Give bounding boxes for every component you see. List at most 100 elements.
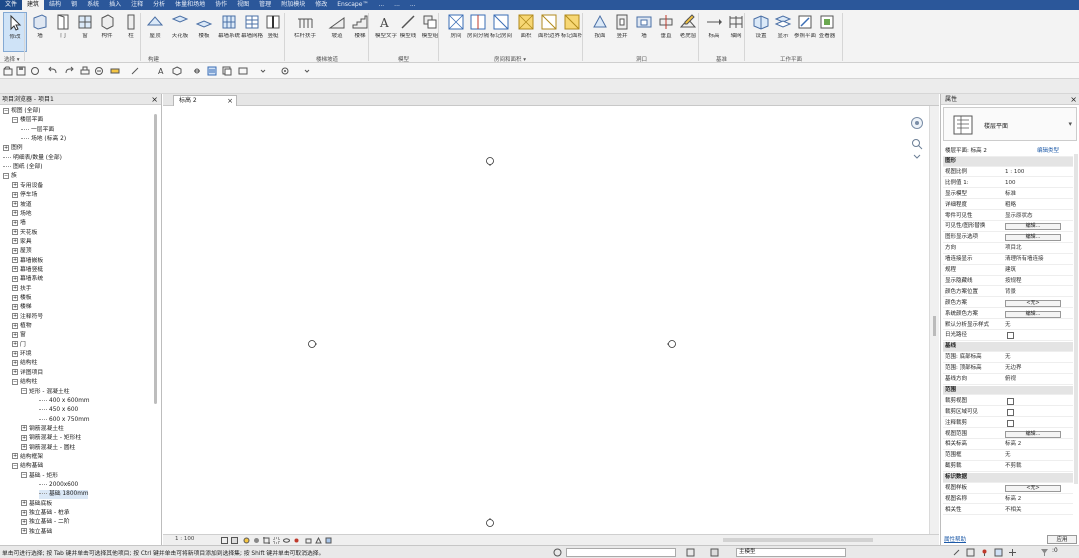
curtain-system-button[interactable]: 幕墙系统 (217, 12, 241, 52)
ribbon-tab[interactable]: 体量和场地 (170, 0, 210, 10)
ribbon-panel-title[interactable]: 模型 (398, 55, 409, 63)
drag-elements-icon[interactable] (1008, 548, 1017, 557)
workset-selector[interactable] (566, 548, 676, 557)
chevron-down-icon[interactable]: ▾ (1068, 120, 1072, 128)
ribbon-tab[interactable]: 协作 (210, 0, 232, 10)
tag-icon[interactable] (130, 66, 140, 76)
room-separator-button[interactable]: 房间分隔 (466, 12, 490, 52)
open-icon[interactable] (3, 66, 13, 76)
steering-wheel-icon[interactable] (910, 116, 924, 130)
undo-icon[interactable] (48, 66, 58, 76)
canvas-horizontal-scrollbar[interactable] (723, 538, 873, 542)
property-value[interactable]: 背景 (1005, 288, 1016, 297)
redo-icon[interactable] (64, 66, 74, 76)
tree-item[interactable]: − 结构柱 (12, 378, 37, 387)
expand-icon[interactable]: + (12, 341, 18, 348)
property-value[interactable]: 无 (1005, 321, 1011, 330)
3d-view-icon[interactable] (172, 66, 182, 76)
collapse-icon[interactable]: − (21, 472, 27, 479)
properties-section[interactable]: 图形 (943, 157, 1073, 167)
tree-item[interactable]: + 幕墙竖梃 (12, 266, 43, 275)
railing-button[interactable]: 栏杆扶手 (293, 12, 317, 52)
ribbon-tab[interactable]: ... (373, 0, 389, 10)
tab-level-2[interactable]: 标高 2 × (173, 95, 237, 106)
sync-icon[interactable] (30, 66, 40, 76)
select-pinned-icon[interactable] (980, 548, 989, 557)
ribbon-tab[interactable]: 结构 (44, 0, 66, 10)
sun-path-icon[interactable] (243, 537, 250, 544)
tag-area-button[interactable]: 标记面积 (560, 12, 584, 52)
analytical-model-icon[interactable] (315, 537, 322, 544)
property-value[interactable]: 无边界 (1005, 364, 1022, 373)
properties-section[interactable]: 标识数据 (943, 473, 1073, 483)
worksharing-icon[interactable] (305, 537, 312, 544)
expand-icon[interactable]: + (12, 331, 18, 338)
tree-item[interactable]: + 专用设备 (12, 182, 43, 191)
property-value[interactable]: 1 : 100 (1005, 168, 1024, 177)
instance-selector[interactable]: 楼层平面: 标高 2 (945, 147, 1025, 156)
tree-item[interactable]: + 结构框架 (12, 453, 43, 462)
design-option-selector[interactable]: 主模型 (736, 548, 846, 557)
tree-item[interactable]: + 钢筋混凝土柱 (21, 425, 64, 434)
tree-item[interactable]: 400 x 600mm (39, 397, 90, 406)
tree-item[interactable]: + 扶手 (12, 285, 32, 294)
dormer-button[interactable]: 老虎窗 (676, 12, 700, 52)
select-links-icon[interactable] (952, 548, 961, 557)
ref-plane-button[interactable]: 参照平面 (793, 12, 817, 52)
zoom-dropdown-icon[interactable] (913, 154, 921, 160)
door-button[interactable]: 门 (51, 12, 75, 52)
property-edit-button[interactable]: <无> (1005, 485, 1061, 492)
highlight-displacement-icon[interactable] (325, 537, 332, 544)
properties-help-link[interactable]: 属性帮助 (944, 535, 966, 543)
tree-item[interactable]: + 结构柱 (12, 359, 37, 368)
expand-icon[interactable]: + (21, 528, 27, 535)
expand-icon[interactable]: + (12, 219, 18, 226)
model-line-button[interactable]: 模型线 (396, 12, 420, 52)
property-value[interactable]: 标高 2 (1005, 495, 1021, 504)
expand-icon[interactable]: + (12, 201, 18, 207)
property-checkbox[interactable] (1007, 408, 1014, 416)
drawing-canvas[interactable] (163, 106, 929, 534)
property-value[interactable]: 项目北 (1005, 244, 1022, 253)
properties-section[interactable]: 基线 (943, 342, 1073, 352)
tree-item[interactable]: + 详图项目 (12, 369, 43, 378)
window-button[interactable]: 窗 (73, 12, 97, 52)
settings-icon[interactable] (280, 66, 290, 76)
thin-lines-icon[interactable] (207, 66, 217, 76)
tree-item[interactable]: 450 x 600 (39, 406, 78, 415)
ribbon-panel-title[interactable]: 选择 ▾ (4, 55, 20, 63)
ribbon-tab[interactable]: 插入 (104, 0, 126, 10)
expand-icon[interactable]: + (12, 285, 18, 292)
area-button[interactable]: 面积 (514, 12, 538, 52)
tree-item[interactable]: + 屋顶 (12, 247, 32, 256)
shaft-button[interactable]: 竖井 (610, 12, 634, 52)
area-boundary-button[interactable]: 面积边界 (537, 12, 561, 52)
ribbon-tab[interactable]: 注释 (126, 0, 148, 10)
expand-icon[interactable]: + (21, 509, 27, 516)
expand-icon[interactable]: + (12, 266, 18, 273)
show-button[interactable]: 显示 (771, 12, 795, 52)
tree-item[interactable]: − 楼层平面 (12, 116, 43, 125)
expand-icon[interactable]: + (12, 247, 18, 254)
elevation-marker-south-icon[interactable] (485, 518, 495, 528)
ribbon-panel-title[interactable]: 房间和面积 ▾ (494, 55, 526, 63)
property-checkbox[interactable] (1007, 397, 1014, 405)
ribbon-tab[interactable]: Enscape™ (332, 0, 373, 10)
wall-button[interactable]: 墙 (28, 12, 52, 52)
property-edit-button[interactable]: 编辑... (1005, 430, 1061, 438)
save-icon[interactable] (16, 66, 26, 76)
property-value[interactable]: 建筑 (1005, 266, 1016, 275)
dropdown-icon[interactable] (302, 66, 312, 76)
tree-item[interactable]: 明细表/数量 (全部) (3, 154, 62, 163)
ribbon-panel-title[interactable]: 洞口 (636, 55, 647, 63)
tree-item[interactable]: + 门 (12, 341, 26, 350)
filter-icon[interactable] (1040, 548, 1049, 557)
temporary-hide-icon[interactable] (283, 537, 290, 544)
property-value[interactable]: 无 (1005, 353, 1011, 362)
tree-item[interactable]: 一层平面 (21, 126, 54, 135)
section-icon[interactable] (192, 66, 202, 76)
tree-item[interactable]: + 注释符号 (12, 313, 43, 322)
crop-region-icon[interactable] (273, 537, 280, 544)
set-button[interactable]: 设置 (749, 12, 773, 52)
property-edit-button[interactable]: 编辑... (1005, 310, 1061, 318)
